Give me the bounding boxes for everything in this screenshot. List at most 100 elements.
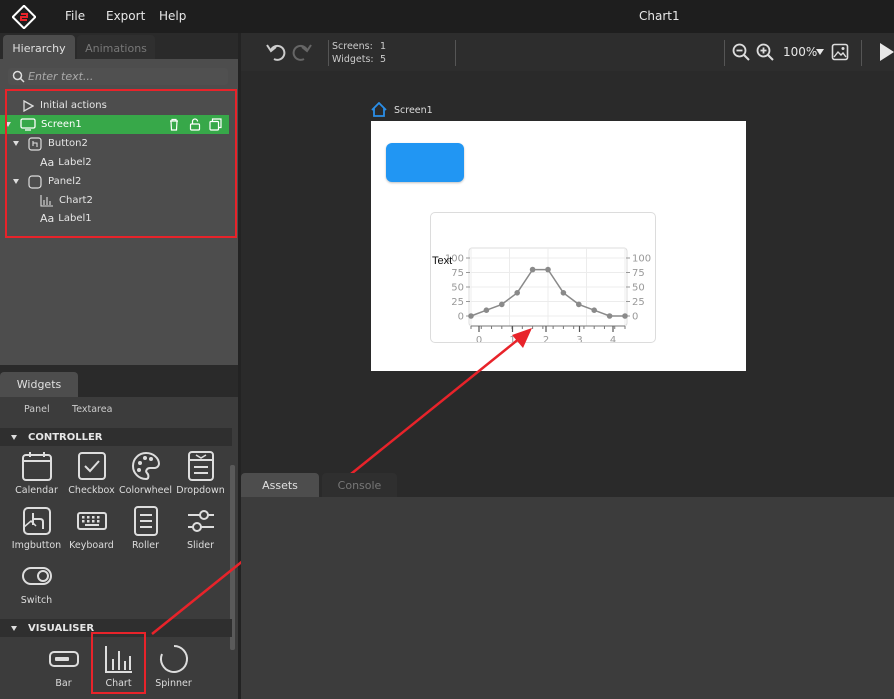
section-title: VISUALISER [28,622,95,634]
chart-x-tick-label: 4 [610,335,616,343]
button2-preview[interactable] [386,143,464,182]
bar-icon [48,651,79,667]
chart-y-tick-label: 50 [451,283,464,294]
screens-count-label: Screens: [332,41,373,52]
widget-label: Colorwheel [119,485,172,496]
top-bar: File Export Help Chart1 [0,0,894,33]
app-logo-icon [12,5,36,29]
tab-assets[interactable]: Assets [241,473,319,497]
collapse-arrow-icon [11,434,17,440]
search-box [8,68,228,85]
widget-dropdown[interactable]: Dropdown [173,450,228,496]
zoom-out-icon[interactable] [732,43,750,61]
section-controller[interactable]: CONTROLLER [0,428,232,446]
search-icon [12,70,25,83]
widget-label: Imgbutton [11,540,62,551]
chart-y-ticks-right: 100 75 50 25 0 [626,254,651,323]
chart-x-tick-label: 0 [476,335,482,343]
chart-point [576,301,582,308]
widget-colorwheel[interactable]: Colorwheel [118,450,173,496]
highlight-box-hierarchy [5,89,237,238]
redo-icon[interactable] [290,42,312,62]
switch-icon [21,567,52,585]
zoom-in-icon[interactable] [756,43,774,61]
widget-keyboard[interactable]: Keyboard [64,505,119,551]
label1-preview[interactable]: Text [432,255,452,267]
toolbar-divider [455,40,456,66]
widget-label: Calendar [15,485,58,496]
screen-name-label: Screen1 [394,105,433,116]
widget-imgbutton[interactable]: Imgbutton [9,505,64,551]
chart-y-tick-label: 25 [632,297,645,308]
calendar-icon [21,452,52,481]
palette-icon [131,451,160,481]
widget-label: Roller [131,540,159,551]
tab-animations[interactable]: Animations [77,35,155,59]
checkbox-icon [77,452,106,480]
widget-textarea[interactable]: Textarea [72,404,112,415]
chart-y-tick-label: 0 [458,312,464,323]
panel2-preview[interactable]: 100 75 50 25 0 100 75 50 25 0 01234 Text [430,212,656,343]
tab-console[interactable]: Console [322,473,397,497]
chart-point [545,266,551,273]
chart-point [468,313,474,319]
chart-point [591,307,597,313]
dropdown-icon [187,451,214,481]
editor-toolbar: Screens: 1 Widgets: 5 100% [241,33,894,71]
widget-roller[interactable]: Roller [118,505,173,551]
bottom-panel: Assets Console [241,473,894,699]
home-icon [371,102,387,117]
undo-icon[interactable] [266,42,288,62]
menu-file[interactable]: File [65,9,85,23]
widget-panel[interactable]: Panel [24,404,50,415]
chart-y-tick-label: 100 [632,254,651,265]
keyboard-icon [76,512,107,530]
widget-slider[interactable]: Slider [173,505,228,551]
widget-spinner[interactable]: Spinner [146,643,201,689]
chart-point [622,313,628,319]
chart-x-ticks: 0 1 2 3 4 [470,325,626,343]
widget-label: Switch [20,595,53,606]
chart-y-tick-label: 75 [451,268,464,279]
window-title: Chart1 [639,9,680,23]
tab-hierarchy[interactable]: Hierarchy [3,35,75,59]
widget-calendar[interactable]: Calendar [9,450,64,496]
chart-x-tick-label: 2 [543,335,549,343]
chart-point [499,301,505,308]
chart-y-tick-label: 0 [632,312,638,323]
search-input[interactable] [28,68,223,85]
toolbar-divider [861,40,862,66]
menu-export[interactable]: Export [106,9,145,23]
slider-icon [187,510,214,532]
chart-x-tick-label: 1 [509,335,515,343]
chart-y-tick-label: 50 [632,283,645,294]
widget-switch[interactable]: Switch [9,560,64,606]
roller-icon [133,506,158,536]
zoom-dropdown-arrow-icon[interactable] [816,49,824,55]
imgbutton-icon [22,507,51,535]
widget-label: Keyboard [69,540,114,551]
chart-point [529,266,536,273]
widget-label: Bar [55,678,72,689]
screens-count-value: 1 [380,41,387,52]
widget-bar[interactable]: Bar [36,643,91,689]
menu-help[interactable]: Help [159,9,186,23]
spinner-icon [159,645,188,673]
widget-checkbox[interactable]: Checkbox [64,450,119,496]
toolbar-divider [724,40,725,66]
zoom-level[interactable]: 100% [783,45,817,59]
chart-y-tick-label: 25 [451,297,464,308]
chart-y-tick-label: 75 [632,268,645,279]
image-preview-icon[interactable] [831,43,849,61]
widget-label: Slider [186,540,215,551]
widgets-count-value: 5 [380,54,387,65]
tab-widgets[interactable]: Widgets [0,372,78,397]
toolbar-divider [328,40,329,66]
chart-point [514,290,520,296]
chart2-preview[interactable]: 1007550250 1007550250 01234 [431,213,656,343]
assets-content [241,497,894,699]
chart-point [560,290,567,296]
widget-label: Dropdown [176,485,225,496]
run-play-icon[interactable] [879,42,894,62]
widgets-count-label: Widgets: [332,54,374,65]
